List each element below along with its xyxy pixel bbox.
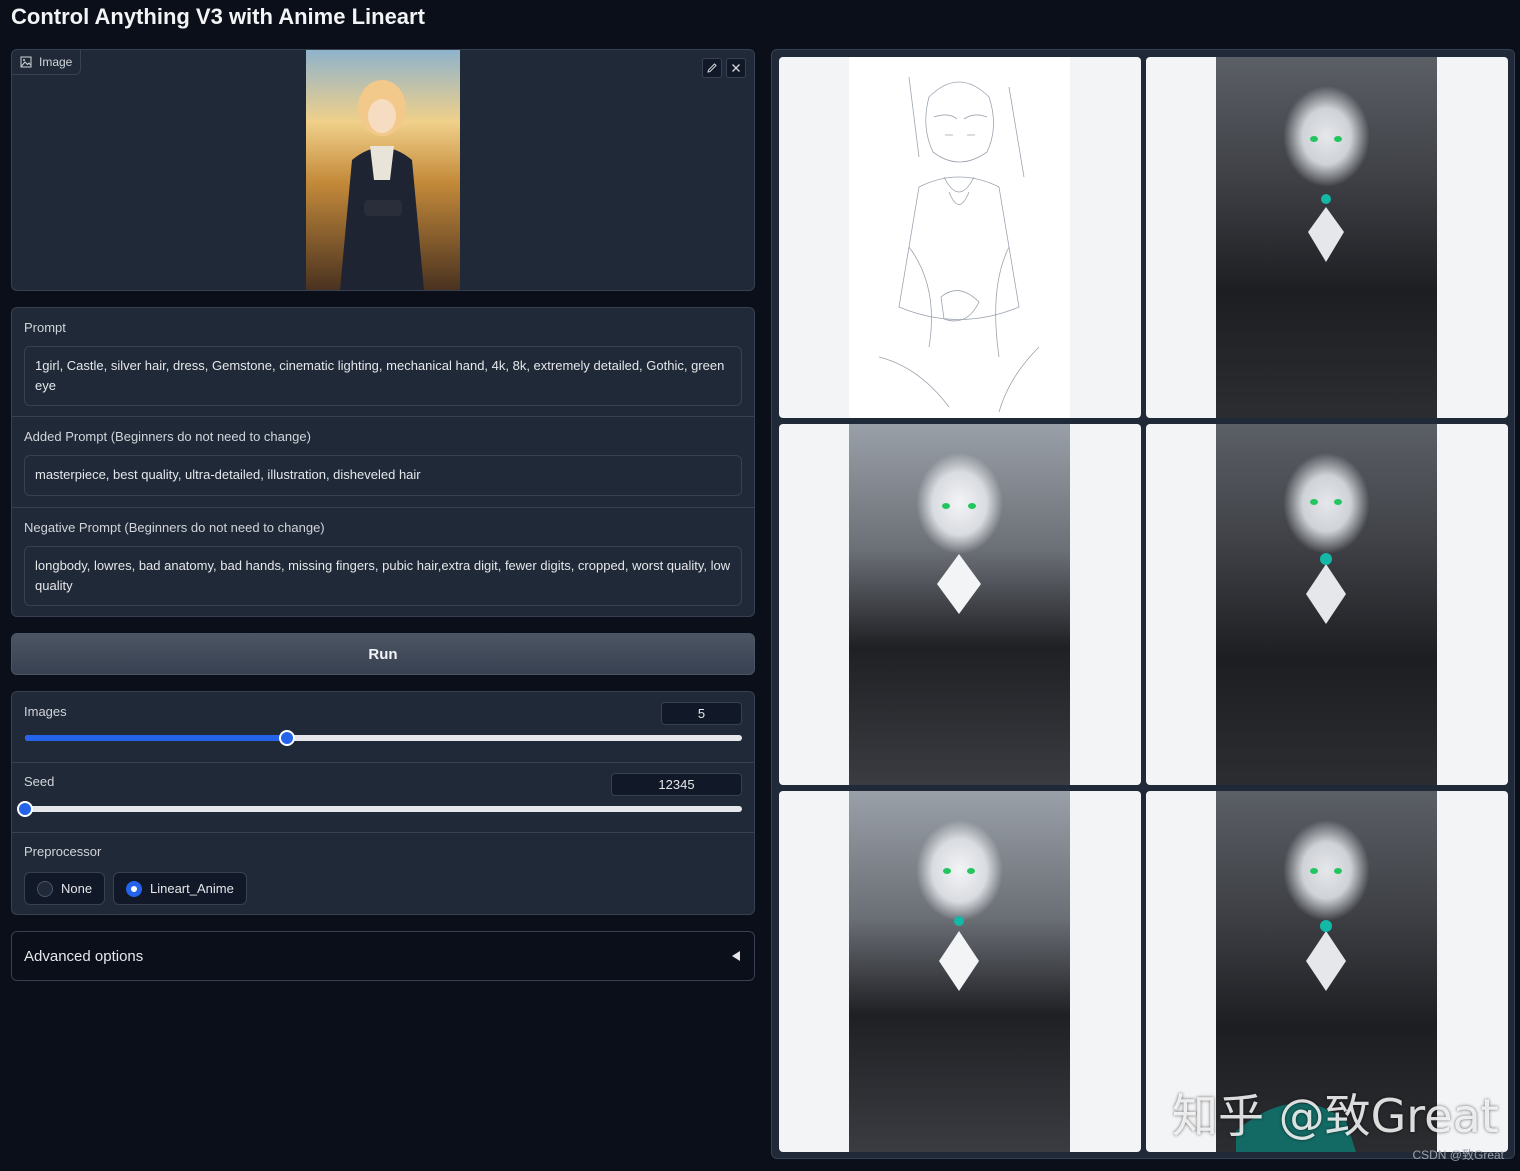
gallery-item[interactable] xyxy=(779,57,1141,418)
gallery-item[interactable] xyxy=(1146,57,1508,418)
radio-label-none: None xyxy=(61,881,93,896)
watermark-text: 知乎 @致Great xyxy=(1172,1089,1499,1143)
generated-image xyxy=(1216,57,1437,418)
negative-prompt-input[interactable]: longbody, lowres, bad anatomy, bad hands… xyxy=(24,546,742,606)
images-slider-fill xyxy=(25,735,287,741)
gallery-item[interactable] xyxy=(779,791,1141,1152)
prompts-panel: Prompt 1girl, Castle, silver hair, dress… xyxy=(11,307,755,617)
prompt-label: Prompt xyxy=(24,320,66,335)
close-icon xyxy=(732,64,740,72)
image-label: Image xyxy=(39,55,73,69)
output-gallery xyxy=(771,49,1515,1159)
caret-left-icon xyxy=(732,951,740,961)
preprocessor-option-none[interactable]: None xyxy=(24,872,106,905)
advanced-options-accordion[interactable]: Advanced options xyxy=(11,931,755,981)
lineart-image xyxy=(849,57,1070,418)
run-button[interactable]: Run xyxy=(11,633,755,675)
seed-slider-handle[interactable] xyxy=(17,801,33,817)
seed-slider-row: Seed 12345 xyxy=(12,762,754,832)
negative-prompt-block: Negative Prompt (Beginners do not need t… xyxy=(12,507,754,616)
image-input[interactable]: Image xyxy=(11,49,755,291)
generated-image xyxy=(849,791,1070,1152)
added-prompt-input[interactable]: masterpiece, best quality, ultra-detaile… xyxy=(24,455,742,496)
prompt-block: Prompt 1girl, Castle, silver hair, dress… xyxy=(12,308,754,416)
advanced-options-label: Advanced options xyxy=(24,947,144,965)
seed-label: Seed xyxy=(24,774,55,789)
images-slider-handle[interactable] xyxy=(278,730,295,746)
credit-text: CSDN @致Great xyxy=(1412,1148,1504,1162)
input-image-preview xyxy=(306,50,460,290)
app-title: Control Anything V3 with Anime Lineart xyxy=(11,4,425,29)
preprocessor-label: Preprocessor xyxy=(24,844,102,859)
images-slider-row: Images 5 xyxy=(12,692,754,762)
radio-unchecked-icon xyxy=(37,880,53,897)
seed-slider[interactable] xyxy=(17,801,742,817)
generated-image xyxy=(849,424,1070,785)
added-prompt-block: Added Prompt (Beginners do not need to c… xyxy=(12,416,754,507)
settings-panel: Images 5 Seed 12345 Preprocessor None Li… xyxy=(11,691,755,915)
prompt-input[interactable]: 1girl, Castle, silver hair, dress, Gemst… xyxy=(24,346,742,406)
images-slider[interactable] xyxy=(25,730,742,746)
pencil-icon xyxy=(707,63,717,73)
edit-button[interactable] xyxy=(702,58,722,78)
generated-image xyxy=(1216,424,1437,785)
preprocessor-option-lineart-anime[interactable]: Lineart_Anime xyxy=(113,872,247,905)
radio-label-lineart-anime: Lineart_Anime xyxy=(150,881,234,896)
image-icon xyxy=(20,56,32,68)
gallery-item[interactable] xyxy=(779,424,1141,785)
added-prompt-label: Added Prompt (Beginners do not need to c… xyxy=(24,429,311,444)
negative-prompt-label: Negative Prompt (Beginners do not need t… xyxy=(24,520,325,535)
images-label: Images xyxy=(24,704,67,719)
preprocessor-group: Preprocessor None Lineart_Anime xyxy=(12,832,754,915)
images-number-input[interactable]: 5 xyxy=(661,702,742,725)
radio-checked-icon xyxy=(126,880,142,897)
seed-number-input[interactable]: 12345 xyxy=(611,773,742,796)
gallery-item[interactable] xyxy=(1146,424,1508,785)
image-label-badge: Image xyxy=(12,50,82,75)
clear-image-button[interactable] xyxy=(726,58,746,78)
